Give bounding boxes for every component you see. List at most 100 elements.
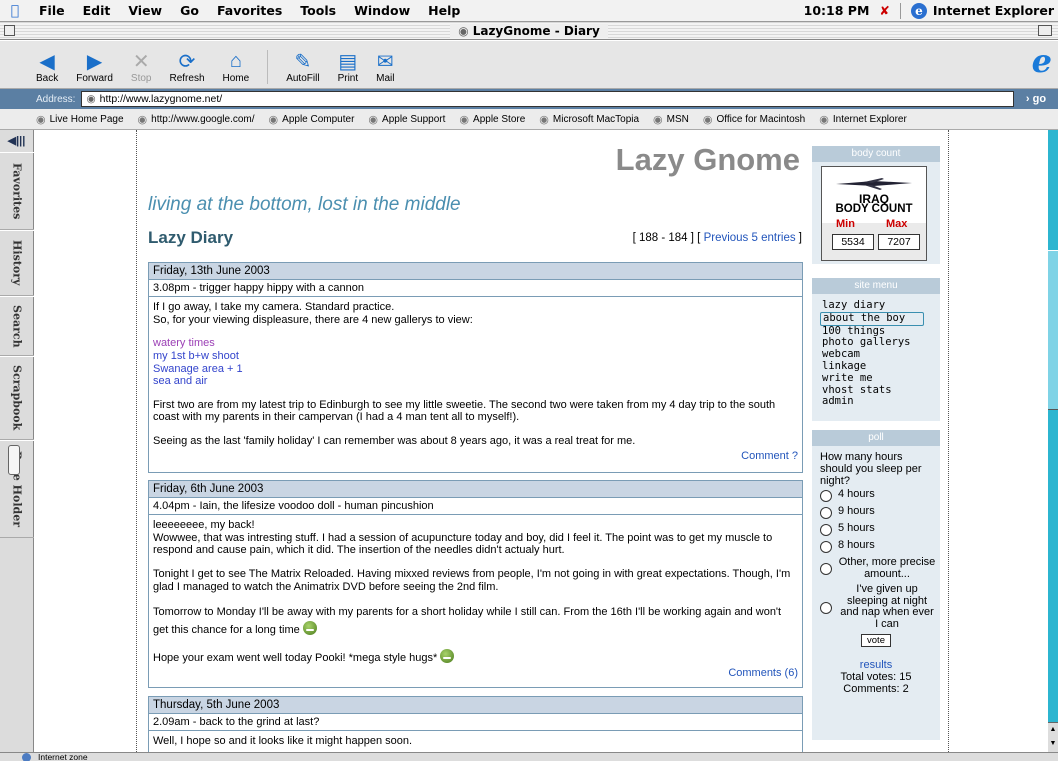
stop-button[interactable]: ✕ Stop xyxy=(130,49,152,85)
gallery-link-sea-and-air[interactable]: sea and air xyxy=(153,375,798,388)
favorite-msn[interactable]: ◉ MSN xyxy=(653,113,689,126)
window-title-bar[interactable]: ◉ LazyGnome - Diary xyxy=(0,22,1058,40)
address-bar: Address: ◉ http://www.lazygnome.net/ › go xyxy=(0,89,1058,109)
page-icon: ◉ xyxy=(86,93,96,105)
radio-button[interactable] xyxy=(820,524,832,536)
site-menu-header: site menu xyxy=(812,278,940,294)
favorite-apple-support[interactable]: ◉ Apple Support xyxy=(368,113,445,126)
menu-link-linkage[interactable]: linkage xyxy=(820,360,924,373)
apple-menu-icon[interactable]:  xyxy=(0,3,30,19)
window-close-button[interactable] xyxy=(4,25,15,36)
gallery-links: watery times my 1st b+w shoot Swanage ar… xyxy=(153,337,798,388)
radio-button[interactable] xyxy=(820,541,832,553)
menu-view[interactable]: View xyxy=(119,3,171,18)
forward-button[interactable]: ▶ Forward xyxy=(76,49,113,85)
radio-button[interactable] xyxy=(820,601,832,614)
scrollbar-thumb[interactable] xyxy=(1048,250,1058,410)
gallery-link-watery-times[interactable]: watery times xyxy=(153,337,798,350)
tab-history[interactable]: History xyxy=(0,230,34,296)
gallery-link-swanage-area[interactable]: Swanage area + 1 xyxy=(153,363,798,376)
tab-search[interactable]: Search xyxy=(0,296,34,356)
gallery-link-first-bw-shoot[interactable]: my 1st b+w shoot xyxy=(153,350,798,363)
entry-paragraph: leeeeeeee, my back! Wowwee, that was intr… xyxy=(153,519,798,557)
address-input[interactable]: ◉ http://www.lazygnome.net/ xyxy=(81,91,1014,107)
menubar-clock[interactable]: 10:18 PM xyxy=(804,3,878,18)
favorite-live-home-page[interactable]: ◉ Live Home Page xyxy=(36,113,124,126)
vertical-scrollbar[interactable]: ▲ ▼ xyxy=(1048,130,1058,752)
favorite-label: MSN xyxy=(666,113,689,125)
poll-option[interactable]: 4 hours xyxy=(812,487,940,504)
mail-icon: ✉ xyxy=(376,50,394,73)
menu-link-admin[interactable]: admin xyxy=(820,396,924,408)
favorite-google[interactable]: ◉ http://www.google.com/ xyxy=(138,113,255,126)
autofill-button[interactable]: ✎ AutoFill xyxy=(286,49,319,85)
entry-date: Thursday, 5th June 2003 xyxy=(149,697,802,714)
entry-text: Hope your exam went well today Pooki! *m… xyxy=(153,652,438,665)
scroll-up-icon[interactable]: ▲ xyxy=(1050,726,1057,733)
browser-toolbar: ◀ Back ▶ Forward ✕ Stop ⟳ Refresh ⌂ Home ✎ Aut… xyxy=(0,41,1058,89)
entry-subject: 2.09am - back to the grind at last? xyxy=(149,714,802,731)
menu-favorites[interactable]: Favorites xyxy=(208,3,291,18)
poll-option[interactable]: Other, more precise amount... xyxy=(812,555,940,582)
tab-label: Search xyxy=(10,304,24,348)
menu-file[interactable]: File xyxy=(30,3,74,18)
favorite-label: Apple Store xyxy=(473,113,526,125)
tab-scrapbook[interactable]: Scrapbook xyxy=(0,356,34,440)
application-menu[interactable]: Internet Explorer xyxy=(933,3,1054,18)
poll-option[interactable]: 8 hours xyxy=(812,538,940,555)
poll-results-link[interactable]: results xyxy=(812,659,940,671)
mail-button[interactable]: ✉ Mail xyxy=(376,49,395,85)
window-zoom-button[interactable] xyxy=(1038,25,1052,36)
poll-option[interactable]: I've given up sleeping at night and nap … xyxy=(812,582,940,632)
menu-tools[interactable]: Tools xyxy=(291,3,345,18)
radio-button[interactable] xyxy=(820,563,832,575)
stop-label: Stop xyxy=(130,73,152,84)
diary-entry: Friday, 6th June 2003 4.04pm - Iain, the… xyxy=(148,480,803,688)
favorite-apple-store[interactable]: ◉ Apple Store xyxy=(459,113,525,126)
favorite-office-for-macintosh[interactable]: ◉ Office for Macintosh xyxy=(703,113,805,126)
favorite-label: http://www.google.com/ xyxy=(151,113,255,125)
home-button[interactable]: ⌂ Home xyxy=(223,49,250,85)
explorer-collapse-icon[interactable]: ◀||| xyxy=(0,130,33,152)
menu-edit[interactable]: Edit xyxy=(74,3,120,18)
back-button[interactable]: ◀ Back xyxy=(36,49,58,85)
explorer-resize-handle[interactable] xyxy=(8,445,20,475)
mail-label: Mail xyxy=(376,73,395,84)
max-label: Max xyxy=(886,218,908,230)
favorite-internet-explorer[interactable]: ◉ Internet Explorer xyxy=(819,113,907,126)
site-tagline: living at the bottom, lost in the middle xyxy=(148,194,461,215)
favorite-microsoft-mactopia[interactable]: ◉ Microsoft MacTopia xyxy=(539,113,639,126)
poll-option[interactable]: 5 hours xyxy=(812,521,940,538)
tab-favorites[interactable]: Favorites xyxy=(0,152,34,230)
poll-option[interactable]: 9 hours xyxy=(812,504,940,521)
iraq-body-count-widget[interactable]: IRAQ BODY COUNT Min Max 5534 7207 xyxy=(821,166,927,261)
menu-link-write-me[interactable]: write me xyxy=(820,372,924,385)
radio-button[interactable] xyxy=(820,507,832,519)
entry-paragraph: Tomorrow to Monday I'll be away with my … xyxy=(153,604,798,638)
entry-subject: 4.04pm - Iain, the lifesize voodoo doll … xyxy=(149,498,802,515)
pager: [ 188 - 184 ] [ Previous 5 entries ] xyxy=(575,232,802,244)
menu-window[interactable]: Window xyxy=(345,3,419,18)
menu-link-about-the-boy[interactable]: about the boy xyxy=(820,311,924,326)
comments-link[interactable]: Comments (6) xyxy=(149,667,802,682)
radio-button[interactable] xyxy=(820,490,832,502)
favorite-apple-computer[interactable]: ◉ Apple Computer xyxy=(269,113,355,126)
tab-label: Favorites xyxy=(10,162,24,220)
go-button[interactable]: › go xyxy=(1014,93,1058,105)
scroll-down-icon[interactable]: ▼ xyxy=(1050,740,1057,747)
refresh-button[interactable]: ⟳ Refresh xyxy=(170,49,205,85)
menu-help[interactable]: Help xyxy=(419,3,469,18)
print-button[interactable]: ▤ Print xyxy=(337,49,359,85)
print-label: Print xyxy=(337,73,359,84)
favorites-bar: ◉ Live Home Page ◉ http://www.google.com/ … xyxy=(0,109,1058,130)
toolbar-divider xyxy=(267,50,269,84)
menu-link-lazy-diary[interactable]: lazy diary xyxy=(820,299,924,312)
comment-link[interactable]: Comment ? xyxy=(149,450,802,465)
max-value: 7207 xyxy=(878,234,920,250)
favorite-page-icon: ◉ xyxy=(702,113,713,126)
scroll-arrows[interactable]: ▲ ▼ xyxy=(1048,722,1058,752)
favorite-label: Internet Explorer xyxy=(832,113,907,125)
vote-button[interactable]: vote xyxy=(861,634,891,647)
previous-entries-link[interactable]: Previous 5 entries xyxy=(704,232,796,244)
menu-go[interactable]: Go xyxy=(171,3,208,18)
